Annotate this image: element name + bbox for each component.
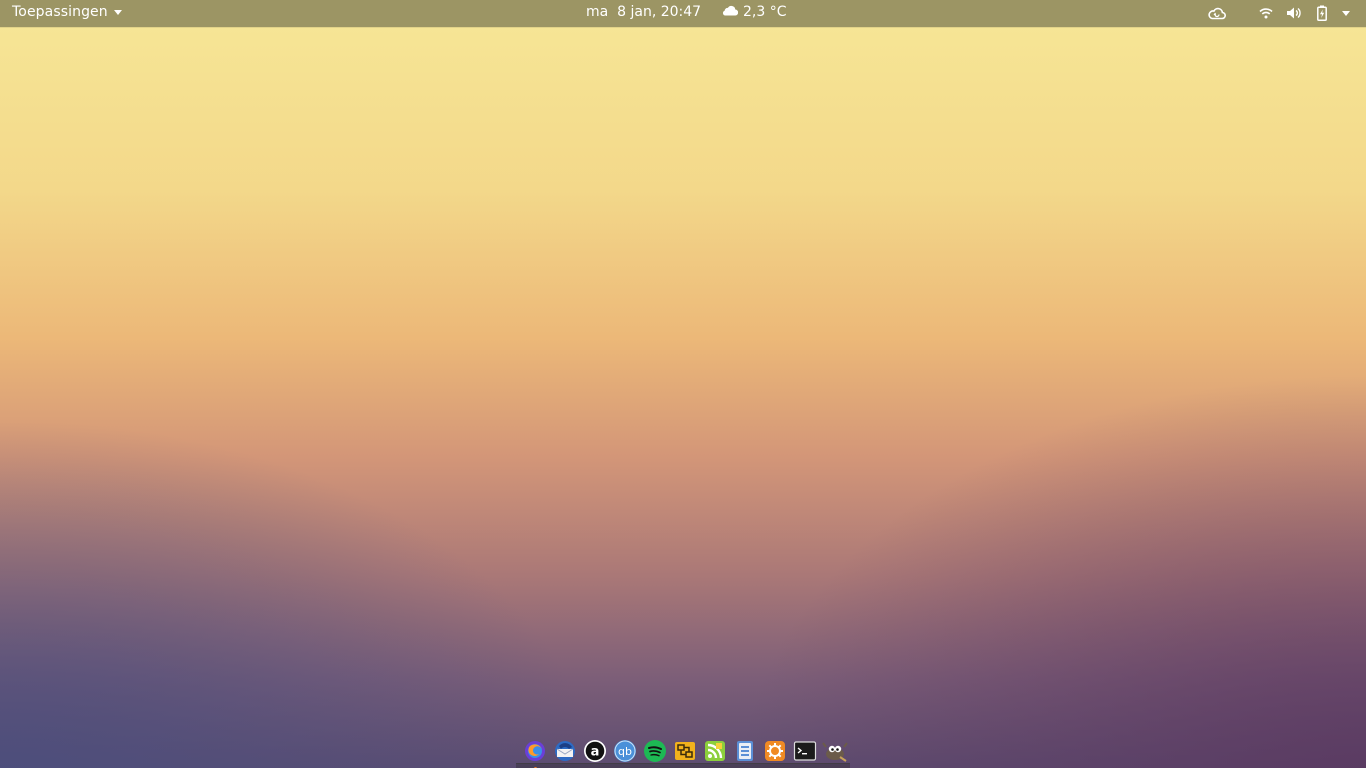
weather-temperature: 2,3 °C: [743, 4, 787, 20]
wifi-icon[interactable]: [1257, 3, 1275, 23]
dock: a qb: [516, 733, 850, 768]
system-menu-arrow-icon[interactable]: [1338, 3, 1354, 23]
clock-date-time[interactable]: ma 8 jan, 20:47: [586, 4, 701, 20]
battery-charging-icon[interactable]: [1314, 3, 1330, 23]
cloud-icon: [721, 4, 739, 20]
dock-item-firefox[interactable]: [520, 736, 550, 768]
amazon-icon: a: [584, 739, 606, 762]
dock-item-settings[interactable]: [760, 736, 790, 766]
dock-item-amazon[interactable]: a: [580, 736, 610, 766]
svg-text:a: a: [591, 744, 600, 759]
top-bar: Toepassingen ma 8 jan, 20:47 2,3 °C: [0, 0, 1366, 27]
chevron-down-icon: [113, 9, 122, 15]
dock-item-thunderbird[interactable]: [550, 736, 580, 766]
weather-indicator[interactable]: 2,3 °C: [721, 4, 787, 20]
desktop-wallpaper[interactable]: [0, 27, 1366, 768]
volume-icon[interactable]: [1285, 3, 1303, 23]
applications-menu-label: Toepassingen: [12, 4, 108, 20]
spotify-icon: [644, 739, 666, 762]
dock-item-terminal[interactable]: [790, 736, 820, 766]
terminal-icon: [793, 740, 817, 761]
dock-item-spotify[interactable]: [640, 736, 670, 766]
dock-item-network-app[interactable]: [670, 736, 700, 766]
dock-item-qbittorrent[interactable]: qb: [610, 736, 640, 766]
svg-text:qb: qb: [618, 745, 632, 758]
files-icon: [737, 740, 753, 761]
dock-item-rss-reader[interactable]: [700, 736, 730, 766]
network-icon: [675, 741, 695, 760]
settings-icon: [765, 740, 785, 761]
thunderbird-icon: [555, 740, 575, 761]
qbittorrent-icon: qb: [614, 739, 636, 762]
firefox-icon: [525, 740, 545, 761]
gimp-icon: [822, 741, 848, 762]
dock-item-gimp[interactable]: [820, 736, 850, 766]
dock-item-files[interactable]: [730, 736, 760, 766]
cloud-sync-icon[interactable]: [1207, 3, 1227, 23]
rss-icon: [705, 740, 725, 761]
applications-menu[interactable]: Toepassingen: [12, 4, 122, 20]
